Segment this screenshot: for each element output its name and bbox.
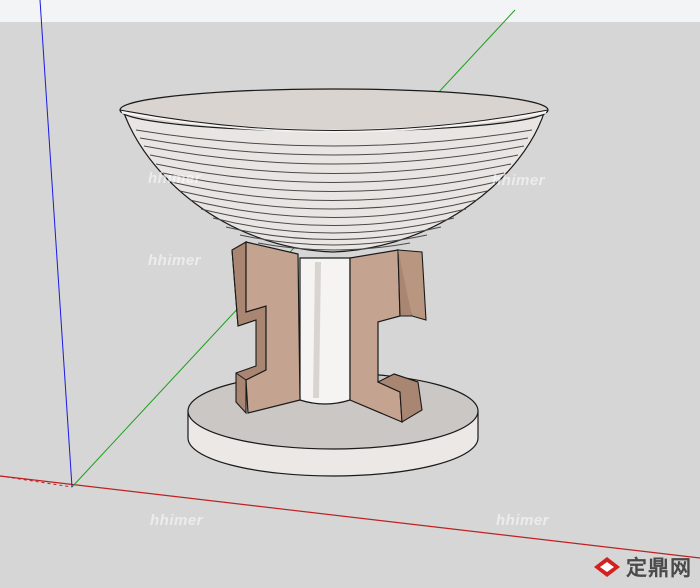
watermark: hhimer xyxy=(148,170,202,187)
right-bracket-face xyxy=(349,249,403,423)
center-column[interactable] xyxy=(299,257,351,405)
bowl-rim xyxy=(119,88,549,132)
right-bracket[interactable] xyxy=(349,249,427,423)
red-diamond-logo-icon xyxy=(594,557,620,577)
model-viewport[interactable]: hhimer hhimer hhimer hhimer hhimer 定鼎网 xyxy=(0,0,700,588)
left-bracket-face xyxy=(245,241,301,414)
brand-watermark: 定鼎网 xyxy=(592,552,692,582)
watermark: hhimer xyxy=(496,512,550,529)
red-axis xyxy=(0,475,700,559)
watermark: hhimer xyxy=(148,252,202,269)
scene-canvas[interactable] xyxy=(0,0,700,588)
blue-axis xyxy=(39,0,73,488)
watermark: hhimer xyxy=(492,172,546,189)
brand-text: 定鼎网 xyxy=(626,556,692,580)
watermark: hhimer xyxy=(150,512,204,529)
left-bracket[interactable] xyxy=(231,241,301,415)
